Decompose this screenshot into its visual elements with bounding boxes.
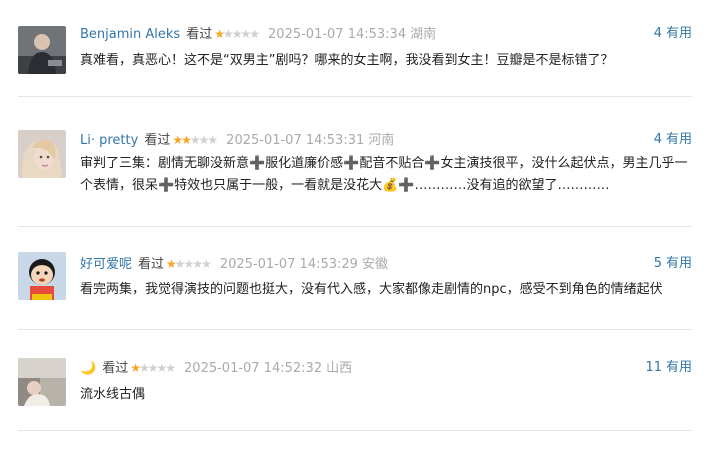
comment-text: 流水线古偶 bbox=[80, 387, 146, 402]
useful-count: 4 bbox=[653, 132, 662, 147]
author-name[interactable]: 好可爱呢 bbox=[80, 257, 132, 272]
useful-count: 5 bbox=[653, 256, 662, 271]
useful-button[interactable]: 5 有用 bbox=[654, 255, 692, 273]
star-icon: ★ bbox=[201, 257, 212, 271]
comment-meta: 🌙 看过 ★★★★★ 2025-01-07 14:52:32 山西 bbox=[80, 359, 352, 378]
rating-stars: ★★★★★ bbox=[130, 359, 176, 377]
star-icon: ★ bbox=[174, 257, 186, 271]
star-icon: ★ bbox=[172, 133, 183, 147]
avatar[interactable] bbox=[18, 458, 66, 464]
useful-button[interactable]: 4 有用 bbox=[654, 25, 692, 43]
comment-time: 2025-01-07 14:52:32 bbox=[184, 361, 323, 376]
star-icon: ★ bbox=[249, 27, 260, 41]
watch-status: 看过 bbox=[138, 257, 165, 272]
watch-status: 看过 bbox=[102, 361, 129, 376]
star-icon: ★ bbox=[183, 257, 195, 271]
star-icon: ★ bbox=[240, 27, 252, 41]
rating-stars: ★★★★★ bbox=[214, 25, 260, 43]
star-icon: ★ bbox=[156, 361, 168, 375]
author-name[interactable]: 🌙 bbox=[80, 361, 96, 376]
divider bbox=[18, 96, 692, 97]
star-icon: ★ bbox=[214, 27, 225, 41]
star-icon: ★ bbox=[138, 361, 150, 375]
avatar[interactable] bbox=[18, 26, 66, 74]
comment-time: 2025-01-07 14:53:29 bbox=[219, 257, 358, 272]
useful-button[interactable]: 11 有用 bbox=[645, 359, 692, 377]
comment-location: 山西 bbox=[326, 361, 353, 376]
useful-count: 4 bbox=[653, 26, 662, 41]
comment-meta: 好可爱呢 看过 ★★★★★ 2025-01-07 14:53:29 安徽 bbox=[80, 255, 388, 274]
comment-text: 审判了三集：剧情无聊没新意➕服化道廉价感➕配音不贴合➕女主演技很平，没什么起伏点… bbox=[80, 156, 688, 193]
star-icon: ★ bbox=[192, 257, 203, 271]
rating-stars: ★★★★★ bbox=[166, 255, 212, 273]
rating-stars: ★★★★★ bbox=[172, 131, 218, 149]
useful-label: 有用 bbox=[665, 132, 692, 147]
star-icon: ★ bbox=[181, 133, 192, 147]
comment-time: 2025-01-07 14:53:31 bbox=[226, 133, 365, 148]
star-icon: ★ bbox=[222, 27, 234, 41]
comment-time: 2025-01-07 14:53:34 bbox=[268, 27, 407, 42]
star-icon: ★ bbox=[166, 257, 177, 271]
star-icon: ★ bbox=[147, 361, 159, 375]
useful-button[interactable]: 4 有用 bbox=[654, 131, 692, 149]
star-icon: ★ bbox=[231, 27, 243, 41]
useful-count: 11 bbox=[645, 360, 662, 375]
useful-label: 有用 bbox=[665, 256, 692, 271]
watch-status: 看过 bbox=[186, 27, 213, 42]
star-icon: ★ bbox=[207, 133, 218, 147]
comment-meta: Benjamin Aleks 看过 ★★★★★ 2025-01-07 14:53:34… bbox=[80, 25, 436, 44]
star-icon: ★ bbox=[189, 133, 201, 147]
watch-status: 看过 bbox=[144, 133, 171, 148]
divider bbox=[18, 226, 692, 227]
divider bbox=[18, 430, 692, 431]
author-name[interactable]: Li· pretty bbox=[80, 133, 138, 148]
star-icon: ★ bbox=[165, 361, 176, 375]
author-name[interactable]: Benjamin Aleks bbox=[80, 27, 180, 42]
useful-label: 有用 bbox=[665, 26, 692, 41]
useful-label: 有用 bbox=[665, 360, 692, 375]
comment-text: 看完两集，我觉得演技的问题也挺大，没有代入感，大家都像走剧情的npc，感受不到角… bbox=[80, 282, 663, 297]
comment-location: 河南 bbox=[368, 133, 395, 148]
divider bbox=[18, 329, 692, 330]
avatar[interactable] bbox=[18, 130, 66, 178]
comment-text: 真难看，真恶心！这不是“双男主”剧吗？哪来的女主啊，我没看到女主！豆瓣是不是标错… bbox=[80, 53, 614, 68]
comment-location: 湖南 bbox=[410, 27, 437, 42]
comment-meta: Li· pretty 看过 ★★★★★ 2025-01-07 14:53:31 河南 bbox=[80, 131, 394, 150]
avatar[interactable] bbox=[18, 252, 66, 300]
comment-location: 安徽 bbox=[361, 257, 388, 272]
star-icon: ★ bbox=[130, 361, 141, 375]
avatar[interactable] bbox=[18, 358, 66, 406]
